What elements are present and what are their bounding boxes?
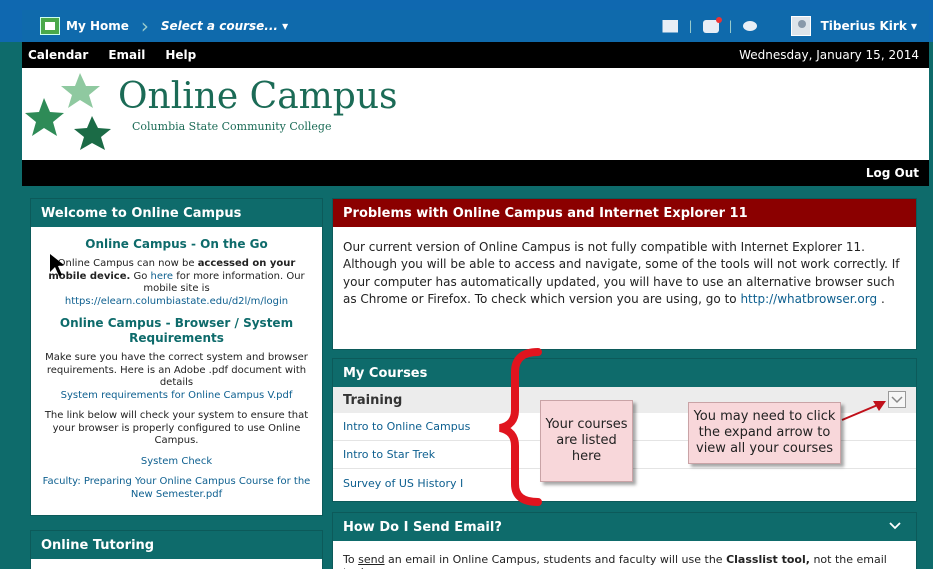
menu-bar: Calendar Email Help Wednesday, January 1… (22, 42, 929, 68)
whatbrowser-link[interactable]: http://whatbrowser.org (740, 292, 877, 306)
chevron-down-icon[interactable] (888, 520, 902, 535)
alert-title: Problems with Online Campus and Internet… (333, 199, 916, 227)
chat-icon[interactable] (742, 21, 757, 31)
site-subtitle: Columbia State Community College (132, 120, 332, 133)
email-text-mid: an email in Online Campus, students and … (388, 553, 723, 566)
site-title: Online Campus (118, 76, 398, 117)
system-check-link[interactable]: System Check (141, 456, 212, 467)
courses-title: My Courses (333, 359, 916, 387)
email-text-bold: Classlist tool, (726, 553, 810, 566)
system-check-text: The link below will check your system to… (44, 410, 309, 446)
requirements-text: Make sure you have the correct system an… (45, 352, 308, 388)
top-right-tools: | | Tiberius Kirk ▾ (662, 16, 929, 36)
requirements-heading: Online Campus - Browser / System Require… (59, 316, 294, 345)
tutoring-title: Online Tutoring (31, 531, 322, 559)
logout-bar: Log Out (22, 160, 929, 186)
course-selector[interactable]: Select a course... ▾ (161, 19, 288, 33)
stars-logo-icon (25, 73, 111, 150)
expand-arrow-icon[interactable] (888, 391, 906, 408)
go-text-2: Go (133, 270, 148, 282)
divider: | (688, 19, 693, 33)
notification-icon[interactable] (702, 16, 722, 33)
here-link[interactable]: here (151, 271, 174, 282)
ie11-alert-panel: Problems with Online Campus and Internet… (332, 198, 917, 350)
course-group-label: Training (343, 392, 403, 408)
user-name: Tiberius Kirk (820, 19, 907, 33)
current-date: Wednesday, January 15, 2014 (739, 48, 919, 62)
mobile-url-link[interactable]: https://elearn.columbiastate.edu/d2l/m/l… (65, 296, 288, 307)
divider: | (728, 19, 733, 33)
email-text-send: send (358, 553, 385, 566)
menu-item-help[interactable]: Help (165, 48, 196, 62)
callout-expand-arrow: You may need to click the expand arrow t… (688, 402, 841, 464)
faculty-link[interactable]: Faculty: Preparing Your Online Campus Co… (43, 476, 311, 500)
on-the-go-heading: Online Campus - On the Go (85, 237, 268, 251)
minibar: My Home › Select a course... ▾ | | Tiber… (22, 10, 929, 42)
welcome-panel: Welcome to Online Campus Online Campus -… (30, 198, 323, 516)
email-title: How Do I Send Email? (343, 519, 502, 535)
logout-link[interactable]: Log Out (866, 166, 919, 180)
banner: Online Campus Columbia State Community C… (22, 68, 929, 160)
alert-end: . (880, 292, 885, 307)
callout-courses-listed: Your courses are listed here (540, 400, 633, 482)
menu-item-email[interactable]: Email (108, 48, 145, 62)
user-menu[interactable]: Tiberius Kirk ▾ (821, 19, 917, 33)
tutoring-panel: Online Tutoring (30, 530, 323, 569)
welcome-title: Welcome to Online Campus (31, 199, 322, 227)
requirements-link[interactable]: System requirements for Online Campus V.… (61, 390, 293, 401)
send-email-panel: How Do I Send Email? To send an email in… (332, 512, 917, 569)
email-header[interactable]: How Do I Send Email? (333, 513, 916, 541)
course-selector-label: Select a course... (160, 19, 278, 33)
go-text-1: Online Campus can now be (57, 258, 195, 269)
menu-item-calendar[interactable]: Calendar (28, 48, 88, 62)
chevron-right-icon: › (140, 14, 149, 38)
avatar[interactable] (790, 16, 811, 36)
email-text-pre: To (343, 553, 355, 566)
my-home-link[interactable]: My Home (66, 19, 129, 33)
home-icon[interactable] (40, 17, 60, 35)
top-bar: My Home › Select a course... ▾ | | Tiber… (0, 0, 933, 42)
mail-icon[interactable] (662, 19, 679, 33)
